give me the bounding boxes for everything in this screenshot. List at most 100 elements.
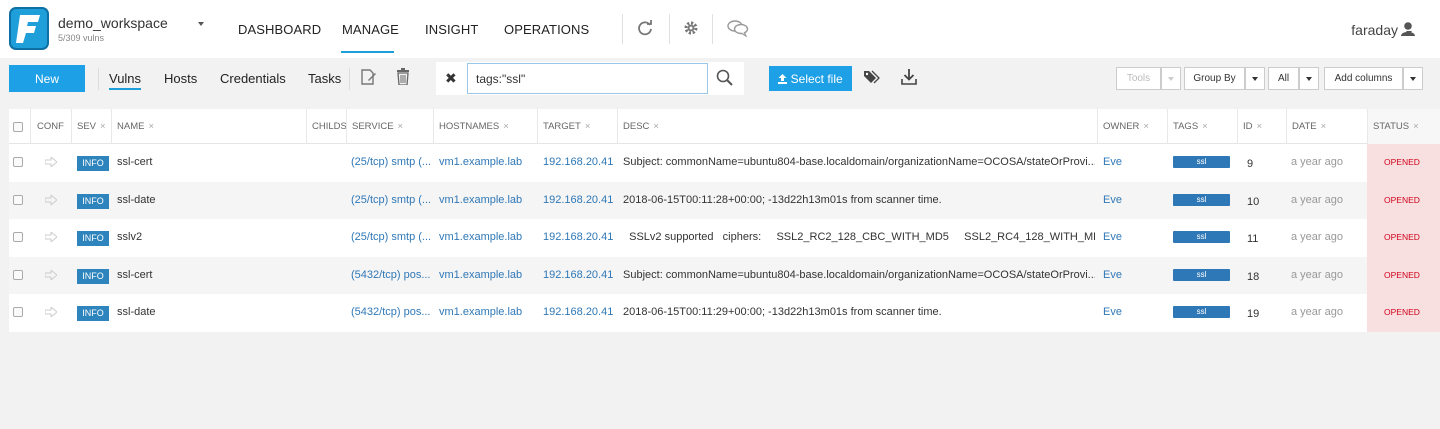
new-vuln-button[interactable]: New [9,65,85,92]
tag-badge[interactable]: ssl [1173,306,1230,319]
user-dropdown-caret-icon[interactable] [1406,31,1412,35]
row-checkbox[interactable] [13,232,23,243]
tools-caret-icon[interactable] [1161,67,1181,90]
hostname-link[interactable]: vm1.example.lab [439,294,535,331]
trash-icon[interactable] [396,68,410,85]
user-name[interactable]: faraday [1351,22,1398,38]
remove-column-icon[interactable]: × [1321,121,1327,132]
tag-badge[interactable]: ssl [1173,156,1230,168]
clear-search-icon[interactable]: ✖ [445,70,457,87]
group-by-caret-icon[interactable] [1245,67,1265,90]
download-icon[interactable] [901,68,917,85]
group-by-button[interactable]: Group By [1184,67,1245,90]
edit-icon[interactable] [360,68,376,86]
col-service[interactable]: SERVICE × [352,121,403,132]
severity-badge[interactable]: INFO [77,268,109,284]
confirm-arrow-icon[interactable] [45,157,57,167]
status-label[interactable]: OPENED [1384,257,1420,294]
confirm-arrow-icon[interactable] [45,232,57,243]
remove-column-icon[interactable]: × [653,121,659,132]
status-label[interactable]: OPENED [1384,294,1420,331]
row-checkbox[interactable] [13,269,23,280]
remove-column-icon[interactable]: × [100,121,106,132]
workspace-dropdown-caret-icon[interactable] [198,22,204,26]
search-input[interactable] [467,63,708,94]
tag-badge[interactable]: ssl [1173,268,1230,281]
confirm-arrow-icon[interactable] [45,194,57,205]
select-file-button[interactable]: Select file [769,66,852,91]
service-link[interactable]: (25/tcp) smtp (... [351,219,431,256]
vuln-desc[interactable]: Subject: commonName=ubuntu804-base.local… [623,257,1095,294]
hostname-link[interactable]: vm1.example.lab [439,144,535,181]
remove-column-icon[interactable]: × [1413,121,1419,132]
col-childs[interactable]: CHILDS [312,121,347,132]
add-columns-button[interactable]: Add columns [1324,67,1403,90]
faraday-logo[interactable] [9,7,49,50]
remove-column-icon[interactable]: × [1143,121,1149,132]
table-row[interactable]: INFO ssl-cert (5432/tcp) pos... vm1.exam… [9,256,1440,295]
filter-all-caret-icon[interactable] [1299,67,1319,90]
tools-button[interactable]: Tools [1116,67,1161,90]
nav-manage[interactable]: MANAGE [342,22,399,37]
tab-hosts[interactable]: Hosts [164,71,197,86]
col-date[interactable]: DATE × [1292,121,1326,132]
remove-column-icon[interactable]: × [503,121,509,132]
vuln-desc[interactable]: Subject: commonName=ubuntu804-base.local… [623,144,1095,181]
status-label[interactable]: OPENED [1384,182,1420,219]
nav-insight[interactable]: INSIGHT [425,22,478,37]
chat-icon[interactable] [727,19,749,37]
target-link[interactable]: 192.168.20.41 [543,144,615,181]
vuln-name[interactable]: sslv2 [117,219,302,256]
vuln-desc[interactable]: 2018-06-15T00:11:29+00:00; -13d22h13m01s… [623,294,1095,331]
target-link[interactable]: 192.168.20.41 [543,294,615,331]
col-owner[interactable]: OWNER × [1103,121,1149,132]
remove-column-icon[interactable]: × [148,121,154,132]
owner-link[interactable]: Eve [1103,294,1163,331]
remove-column-icon[interactable]: × [398,121,404,132]
target-link[interactable]: 192.168.20.41 [543,219,615,256]
target-link[interactable]: 192.168.20.41 [543,257,615,294]
status-label[interactable]: OPENED [1384,144,1420,181]
severity-badge[interactable]: INFO [77,306,109,322]
status-label[interactable]: OPENED [1384,219,1420,256]
workspace-name[interactable]: demo_workspace [58,15,168,31]
col-desc[interactable]: DESC × [623,121,659,132]
tab-tasks[interactable]: Tasks [308,71,341,86]
hostname-link[interactable]: vm1.example.lab [439,219,535,256]
col-name[interactable]: NAME × [117,121,154,132]
col-tags[interactable]: TAGS × [1173,121,1208,132]
vuln-name[interactable]: ssl-date [117,182,302,219]
confirm-arrow-icon[interactable] [45,269,57,280]
row-checkbox[interactable] [13,157,23,167]
col-sev[interactable]: SEV × [77,121,106,132]
severity-badge[interactable]: INFO [77,193,109,209]
tags-icon[interactable] [864,70,880,84]
remove-column-icon[interactable]: × [1202,121,1208,132]
tab-vulns[interactable]: Vulns [109,71,142,90]
row-checkbox[interactable] [13,307,23,318]
filter-all-button[interactable]: All [1268,67,1299,90]
tag-badge[interactable]: ssl [1173,231,1230,244]
confirm-arrow-icon[interactable] [45,307,57,318]
gear-icon[interactable] [682,19,700,37]
vuln-name[interactable]: ssl-date [117,294,302,331]
nav-dashboard[interactable]: DASHBOARD [238,22,321,37]
target-link[interactable]: 192.168.20.41 [543,182,615,219]
vuln-desc[interactable]: 2018-06-15T00:11:28+00:00; -13d22h13m01s… [623,182,1095,219]
hostname-link[interactable]: vm1.example.lab [439,257,535,294]
select-all-checkbox[interactable] [13,122,23,132]
vuln-name[interactable]: ssl-cert [117,144,302,181]
severity-badge[interactable]: INFO [77,156,109,171]
col-status[interactable]: STATUS × [1373,121,1419,132]
severity-badge[interactable]: INFO [77,231,109,247]
search-icon[interactable] [716,69,734,87]
col-target[interactable]: TARGET × [543,121,590,132]
row-checkbox[interactable] [13,194,23,205]
table-row[interactable]: INFO sslv2 (25/tcp) smtp (... vm1.exampl… [9,219,1440,257]
nav-operations[interactable]: OPERATIONS [504,22,589,37]
owner-link[interactable]: Eve [1103,144,1163,181]
owner-link[interactable]: Eve [1103,182,1163,219]
owner-link[interactable]: Eve [1103,257,1163,294]
col-id[interactable]: ID × [1243,121,1262,132]
remove-column-icon[interactable]: × [1257,121,1263,132]
